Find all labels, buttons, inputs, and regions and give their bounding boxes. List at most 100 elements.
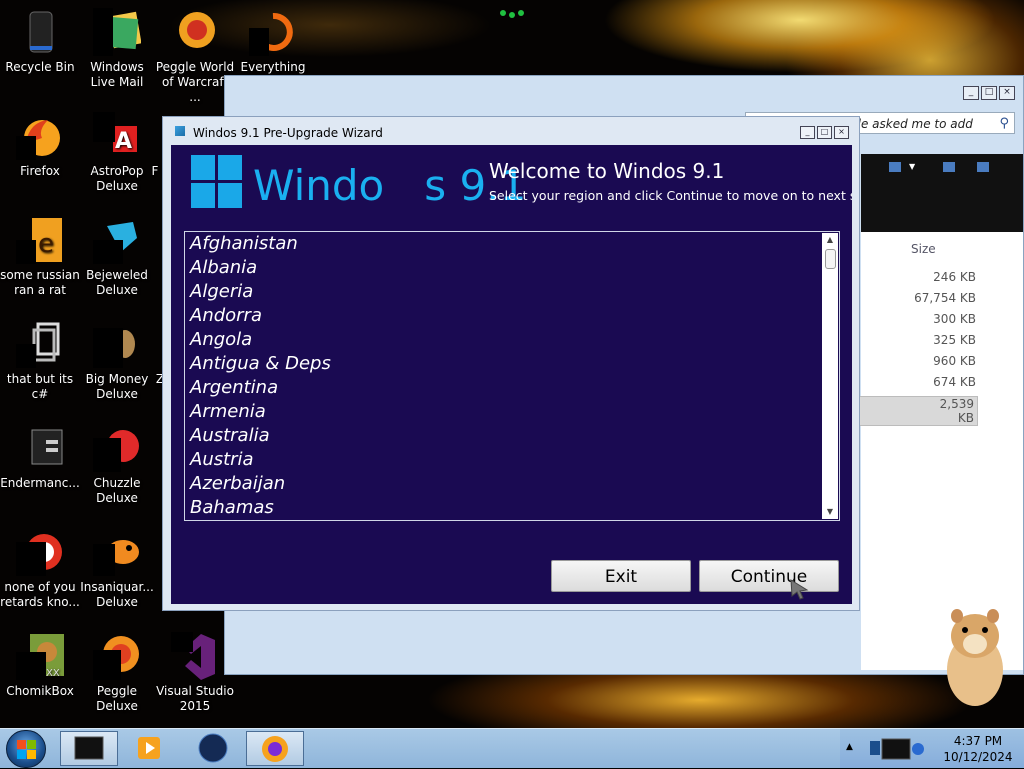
desktop-icon-chuzzle[interactable]: Chuzzle Deluxe	[77, 424, 157, 506]
list-item[interactable]: Antigua & Deps	[190, 352, 839, 376]
list-item[interactable]: Armenia	[190, 400, 839, 424]
desktop-icon-everything[interactable]: Everything	[233, 8, 313, 75]
desktop-icon-windows-live-mail[interactable]: Windows Live Mail	[77, 8, 157, 90]
desktop-icon-firefox[interactable]: Firefox	[0, 112, 80, 179]
region-listbox[interactable]: Afghanistan Albania Algeria Andorra Ango…	[184, 231, 840, 521]
display-icon	[881, 738, 911, 760]
wizard-titlebar[interactable]: Windos 9.1 Pre-Upgrade Wizard _ □ ×	[163, 117, 859, 145]
desktop: Recycle Bin Firefox e some russian ran a…	[0, 0, 1024, 728]
desktop-icon-peggle-wow[interactable]: Peggle World of Warcraft ...	[155, 8, 235, 105]
firefox-icon	[16, 112, 64, 160]
list-item[interactable]: Algeria	[190, 280, 839, 304]
scroll-up-icon[interactable]: ▲	[822, 233, 838, 247]
desktop-icon-big-money[interactable]: Big Money Deluxe	[77, 320, 157, 402]
hamster-desktop-pet[interactable]	[935, 600, 1015, 710]
desktop-icon-insaniquarium[interactable]: Insaniquar... Deluxe	[77, 528, 157, 610]
help-icon[interactable]	[977, 162, 989, 172]
size-column-header[interactable]: Size	[911, 242, 936, 256]
close-button[interactable]: ×	[999, 86, 1015, 100]
file-size: 325 KB	[933, 333, 976, 347]
taskbar-item-media-player[interactable]	[122, 731, 180, 766]
chevron-down-icon[interactable]: ▼	[909, 162, 921, 172]
clock-date: 10/12/2024	[943, 750, 1013, 764]
taskbar-item-firefox[interactable]	[246, 731, 304, 766]
desktop-icon-bejeweled[interactable]: Bejeweled Deluxe	[77, 216, 157, 298]
list-item[interactable]: Austria	[190, 448, 839, 472]
view-icon[interactable]	[889, 162, 901, 172]
desktop-icon-chomikbox[interactable]: XX ChomikBox	[0, 632, 80, 699]
taskbar: ▲ 4:37 PM 10/12/2024	[0, 728, 1024, 768]
list-item[interactable]: Bahamas	[190, 496, 839, 520]
recycle-bin-icon	[16, 8, 64, 56]
mouse-cursor-icon	[789, 578, 809, 604]
page-subtitle: Select your region and click Continue to…	[489, 188, 852, 203]
app-icon	[16, 528, 64, 576]
file-size-selected[interactable]: 2,539 KB	[848, 396, 978, 426]
windows-logo-icon	[191, 155, 243, 209]
chuzzle-icon	[93, 424, 141, 472]
desktop-icon-that-but-c-sharp[interactable]: that but its c#	[0, 320, 80, 402]
exit-button[interactable]: Exit	[551, 560, 691, 592]
wizard-body: Windo s 9.1 Welcome to Windos 9.1 Select…	[171, 145, 852, 604]
scroll-down-icon[interactable]: ▼	[822, 505, 838, 519]
everything-icon	[249, 8, 297, 56]
maximize-button[interactable]: □	[817, 126, 832, 139]
list-item[interactable]: Albania	[190, 256, 839, 280]
file-size: 674 KB	[933, 375, 976, 389]
media-player-icon	[138, 737, 160, 759]
desktop-icon-recycle-bin[interactable]: Recycle Bin	[0, 8, 80, 75]
list-item[interactable]: Afghanistan	[190, 232, 839, 256]
scrollbar-thumb[interactable]	[825, 249, 836, 269]
wizard-app-icon	[175, 126, 185, 136]
list-item[interactable]: Andorra	[190, 304, 839, 328]
visual-studio-icon	[171, 632, 219, 680]
minimize-button[interactable]: _	[800, 126, 815, 139]
list-item[interactable]: Argentina	[190, 376, 839, 400]
desktop-icon-peggle-deluxe[interactable]: Peggle Deluxe	[77, 632, 157, 714]
desktop-icon-none-of-you[interactable]: none of you retards kno...	[0, 528, 80, 610]
list-item[interactable]: Azerbaijan	[190, 472, 839, 496]
logo-text: Windo s 9.1	[253, 161, 527, 210]
volume-icon	[912, 743, 924, 755]
desktop-icon-russian-rat[interactable]: e some russian ran a rat	[0, 216, 80, 298]
shortcut-icon	[16, 320, 64, 368]
list-item[interactable]: Angola	[190, 328, 839, 352]
list-item[interactable]: Australia	[190, 424, 839, 448]
astropop-icon: A	[93, 112, 141, 160]
continue-button[interactable]: Continue	[699, 560, 839, 592]
file-size: 960 KB	[933, 354, 976, 368]
show-hidden-icons-icon[interactable]: ▲	[846, 742, 853, 752]
enderman-icon	[16, 424, 64, 472]
taskbar-item-terminal[interactable]	[60, 731, 118, 766]
wizard-window[interactable]: Windos 9.1 Pre-Upgrade Wizard _ □ × Wind…	[162, 116, 860, 611]
peggle-icon	[93, 632, 141, 680]
file-size: 67,754 KB	[914, 291, 976, 305]
clock-time: 4:37 PM	[953, 734, 1003, 748]
taskbar-item-globe[interactable]	[184, 731, 242, 766]
system-tray: ▲ 4:37 PM 10/12/2024	[840, 729, 1024, 768]
explorer-window-controls: _ □ ×	[963, 86, 1015, 100]
file-size: 300 KB	[933, 312, 976, 326]
desktop-icon-visual-studio[interactable]: Visual Studio 2015	[155, 632, 235, 714]
mail-icon	[93, 8, 142, 56]
vertical-scrollbar[interactable]: ▲ ▼	[822, 233, 838, 519]
maximize-button[interactable]: □	[981, 86, 997, 100]
svg-text:XX: XX	[46, 668, 60, 679]
globe-icon	[198, 733, 228, 763]
explorer-toolbar: ▼	[861, 154, 1023, 232]
tray-icons	[870, 738, 924, 760]
clock[interactable]: 4:37 PM 10/12/2024	[938, 733, 1018, 765]
close-button[interactable]: ×	[834, 126, 849, 139]
chomikbox-icon: XX	[16, 632, 64, 680]
bigmoney-icon	[93, 320, 141, 368]
svg-text:A: A	[115, 129, 132, 154]
windos-logo: Windo s 9.1	[191, 155, 526, 215]
pane-icon[interactable]	[943, 162, 955, 172]
terminal-icon	[74, 736, 104, 760]
start-button[interactable]	[6, 730, 46, 768]
wizard-window-controls: _ □ ×	[800, 126, 849, 139]
notch-indicator	[497, 4, 527, 18]
search-icon[interactable]: ⚲	[999, 116, 1009, 131]
minimize-button[interactable]: _	[963, 86, 979, 100]
desktop-icon-endermanc[interactable]: Endermanc...	[0, 424, 80, 491]
